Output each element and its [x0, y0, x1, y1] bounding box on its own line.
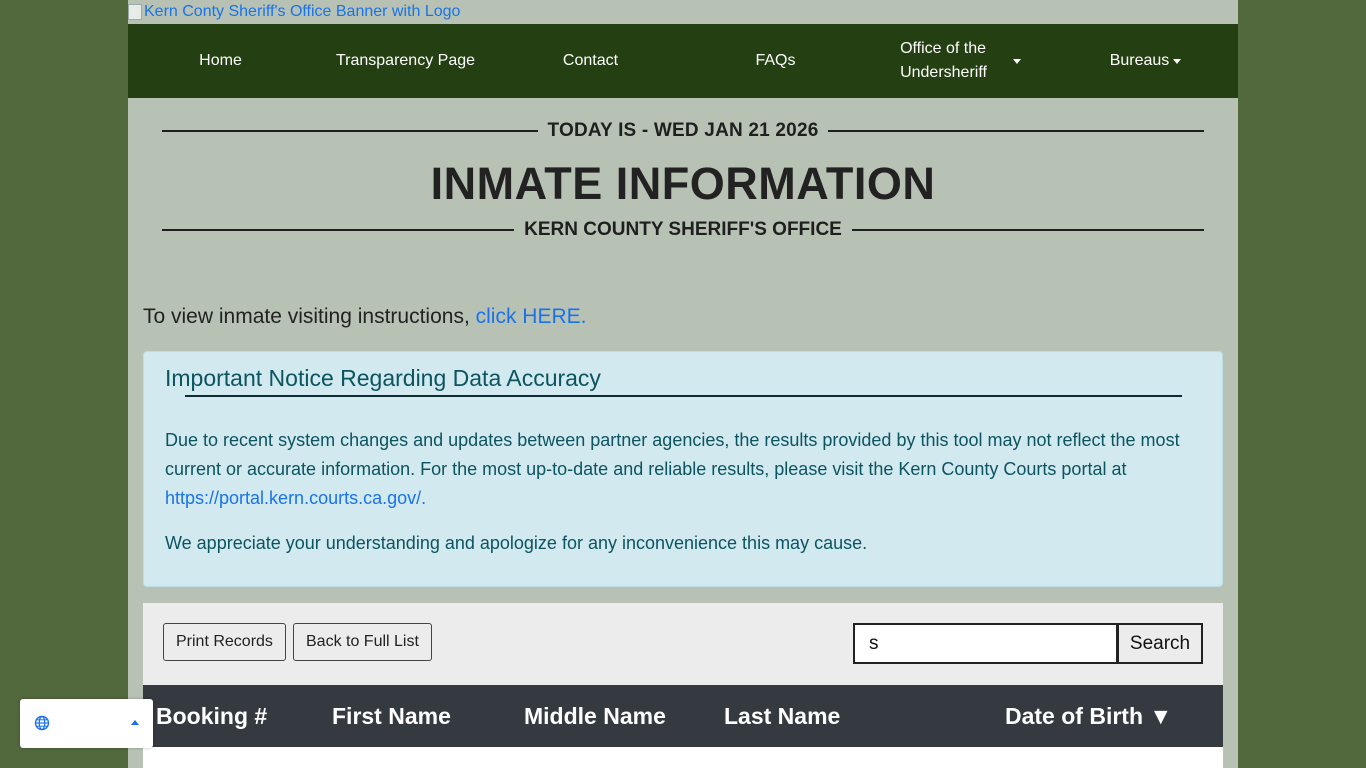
office-name: KERN COUNTY SHERIFF'S OFFICE	[514, 219, 852, 241]
notice-paragraph-2: We appreciate your understanding and apo…	[165, 533, 868, 553]
caret-down-icon	[1012, 58, 1021, 64]
nav-home-label: Home	[199, 52, 242, 69]
nav-transparency-label: Transparency Page	[335, 52, 476, 69]
nav-faqs[interactable]: FAQs	[683, 52, 868, 70]
page-container: Kern Conty Sheriff's Office Banner with …	[128, 0, 1238, 768]
office-row: KERN COUNTY SHERIFF'S OFFICE	[128, 213, 1238, 247]
notice-divider	[185, 395, 1182, 397]
today-date: TODAY IS - WED JAN 21 2026	[537, 120, 829, 142]
visiting-text: To view inmate visiting instructions,	[143, 305, 476, 328]
table-body	[143, 747, 1223, 768]
back-to-full-list-button[interactable]: Back to Full List	[293, 623, 432, 661]
column-header-last-name[interactable]: Last Name	[724, 685, 840, 747]
records-toolbar: Print Records Back to Full List Search	[143, 603, 1223, 685]
nav-undersheriff-dropdown[interactable]: Office of the Undersheriff	[868, 37, 1053, 85]
nav-contact-label: Contact	[562, 52, 619, 69]
nav-faqs-label: FAQs	[755, 52, 796, 69]
search-button[interactable]: Search	[1118, 623, 1203, 664]
nav-undersheriff-line1: Office of the	[900, 40, 987, 57]
nav-bureaus-label: Bureaus	[1109, 52, 1170, 69]
courts-portal-link[interactable]: https://portal.kern.courts.ca.gov/.	[165, 488, 426, 508]
notice-paragraph-1-text: Due to recent system changes and updates…	[165, 430, 1180, 479]
visiting-instructions: To view inmate visiting instructions, cl…	[143, 305, 587, 329]
column-header-booking[interactable]: Booking #	[156, 685, 267, 747]
print-records-button[interactable]: Print Records	[163, 623, 286, 661]
nav-undersheriff-line2: Undersheriff	[900, 64, 987, 81]
broken-image-icon	[128, 4, 142, 20]
search-input[interactable]	[853, 623, 1118, 664]
caret-up-icon	[131, 720, 139, 725]
column-header-first-name[interactable]: First Name	[332, 685, 451, 747]
visiting-link[interactable]: click HERE.	[476, 305, 587, 328]
banner-alt-text: Kern Conty Sheriff's Office Banner with …	[144, 3, 461, 20]
today-row: TODAY IS - WED JAN 21 2026	[128, 114, 1238, 148]
nav-home[interactable]: Home	[128, 52, 313, 70]
caret-down-icon	[1173, 58, 1182, 64]
main-nav: Home Transparency Page Contact FAQs Offi…	[128, 24, 1238, 98]
nav-transparency[interactable]: Transparency Page	[313, 52, 498, 70]
data-accuracy-notice: Important Notice Regarding Data Accuracy…	[143, 351, 1223, 587]
page-title: INMATE INFORMATION	[430, 158, 936, 209]
notice-heading: Important Notice Regarding Data Accuracy	[165, 365, 601, 391]
banner-logo[interactable]: Kern Conty Sheriff's Office Banner with …	[128, 0, 1238, 24]
notice-paragraph-1: Due to recent system changes and updates…	[165, 426, 1205, 513]
language-selector[interactable]	[20, 699, 153, 748]
table-header: Booking # First Name Middle Name Last Na…	[143, 685, 1223, 747]
column-header-middle-name[interactable]: Middle Name	[524, 685, 666, 747]
globe-icon	[34, 715, 50, 731]
nav-bureaus-dropdown[interactable]: Bureaus	[1053, 52, 1238, 70]
nav-contact[interactable]: Contact	[498, 52, 683, 70]
nav-undersheriff-label: Office of the Undersheriff	[900, 37, 987, 85]
column-header-date-of-birth[interactable]: Date of Birth ▼	[1005, 685, 1172, 747]
